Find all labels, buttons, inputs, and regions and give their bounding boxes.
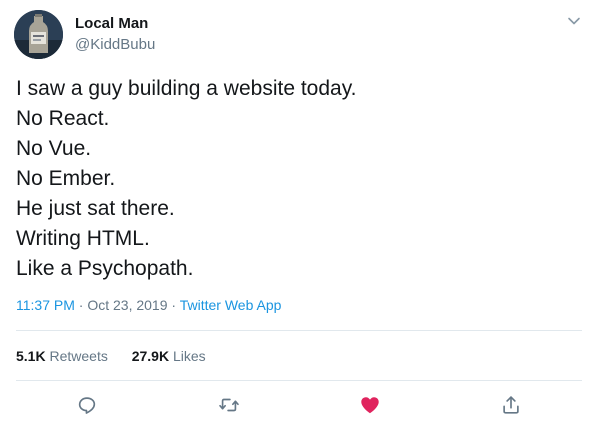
tweet-metadata: 11:37 PM · Oct 23, 2019 · Twitter Web Ap… xyxy=(16,297,281,313)
retweet-icon xyxy=(219,398,239,412)
like-button[interactable] xyxy=(359,394,381,416)
chevron-down-icon[interactable] xyxy=(567,14,581,28)
retweets-stat[interactable]: 5.1K Retweets xyxy=(16,348,108,364)
reply-button[interactable] xyxy=(76,394,98,416)
tweet-timestamp-time[interactable]: 11:37 PM xyxy=(16,297,75,313)
author-display-name[interactable]: Local Man xyxy=(75,15,148,32)
retweet-button[interactable] xyxy=(218,394,240,416)
tweet-source-link[interactable]: Twitter Web App xyxy=(180,297,282,313)
author-handle[interactable]: @KiddBubu xyxy=(75,36,155,53)
engagement-stats: 5.1K Retweets 27.9K Likes xyxy=(16,348,226,364)
reply-icon xyxy=(78,397,96,414)
tweet-line: He just sat there. xyxy=(16,197,175,220)
share-button[interactable] xyxy=(500,394,522,416)
tweet-line: Writing HTML. xyxy=(16,227,150,250)
divider xyxy=(16,380,582,381)
tweet-line: Like a Psychopath. xyxy=(16,257,194,280)
avatar[interactable] xyxy=(14,10,63,59)
divider xyxy=(16,330,582,331)
tweet-line: No Ember. xyxy=(16,167,116,190)
likes-label: Likes xyxy=(172,348,206,364)
tweet-timestamp-date[interactable]: Oct 23, 2019 xyxy=(87,297,167,313)
likes-stat[interactable]: 27.9K Likes xyxy=(132,348,206,364)
tweet-line: No Vue. xyxy=(16,137,92,160)
heart-icon xyxy=(361,397,379,414)
tweet-line: No React. xyxy=(16,107,110,130)
retweets-count: 5.1K xyxy=(16,348,46,364)
tweet-line: I saw a guy building a website today. xyxy=(16,77,357,100)
retweets-label: Retweets xyxy=(49,348,108,364)
avatar-image xyxy=(14,10,63,59)
likes-count: 27.9K xyxy=(131,348,170,364)
share-icon xyxy=(503,396,519,414)
tweet-text: I saw a guy building a website today. No… xyxy=(16,74,576,284)
